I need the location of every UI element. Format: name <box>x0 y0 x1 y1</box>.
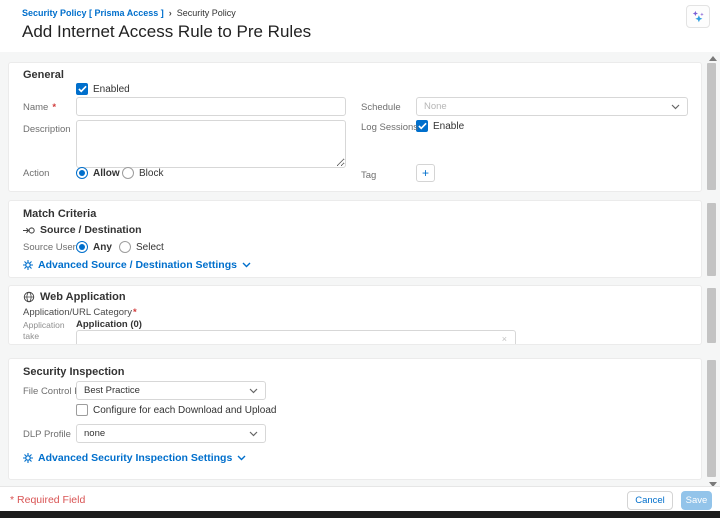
name-label: Name* <box>23 102 56 113</box>
application-url-category-label: Application/URL Category* <box>23 307 137 318</box>
breadcrumb: Security Policy [ Prisma Access ] › Securi… <box>22 8 236 18</box>
ai-assistant-button[interactable] <box>686 5 710 28</box>
bottom-dark-strip <box>0 511 720 518</box>
check-icon <box>418 122 427 130</box>
schedule-label: Schedule <box>361 102 401 113</box>
globe-icon <box>23 291 35 303</box>
page-title: Add Internet Access Rule to Pre Rules <box>22 22 311 42</box>
enabled-checkbox[interactable] <box>76 83 88 95</box>
tag-label: Tag <box>361 170 376 181</box>
source-users-any-radio[interactable] <box>76 241 88 253</box>
dlp-profile-label: DLP Profile <box>23 429 71 440</box>
gear-icon <box>23 453 33 463</box>
scrollbar-thumb[interactable] <box>707 63 716 190</box>
source-users-select-label[interactable]: Select <box>136 242 164 253</box>
description-textarea[interactable] <box>76 120 346 168</box>
enabled-label[interactable]: Enabled <box>93 84 130 95</box>
security-inspection-heading: Security Inspection <box>23 366 124 378</box>
file-control-select[interactable]: Best Practice <box>76 381 266 400</box>
source-users-any-label[interactable]: Any <box>93 242 112 253</box>
clear-icon[interactable]: × <box>502 334 507 344</box>
chevron-down-icon <box>242 262 251 268</box>
save-button[interactable]: Save <box>681 491 712 510</box>
breadcrumb-security-policy-link[interactable]: Security Policy [ Prisma Access ] <box>22 8 164 18</box>
sparkles-icon <box>691 10 705 24</box>
file-control-selected-value: Best Practice <box>84 385 140 396</box>
match-criteria-heading: Match Criteria <box>23 208 96 220</box>
advanced-source-destination-link[interactable]: Advanced Source / Destination Settings <box>23 259 251 271</box>
add-internet-access-rule-page: Security Policy [ Prisma Access ] › Securi… <box>0 0 720 518</box>
general-heading: General <box>23 69 64 81</box>
dlp-profile-select[interactable]: none <box>76 424 266 443</box>
schedule-selected-value: None <box>424 101 447 112</box>
log-enable-label[interactable]: Enable <box>433 121 464 132</box>
name-required-marker: * <box>52 102 56 113</box>
scrollbar-thumb[interactable] <box>707 288 716 343</box>
description-label: Description <box>23 124 71 135</box>
log-sessions-label: Log Sessions <box>361 122 418 133</box>
tag-add-button[interactable]: + <box>416 164 435 182</box>
precedence-note: Application take precedence over URL <box>23 320 79 345</box>
source-users-select-radio[interactable] <box>119 241 131 253</box>
web-application-section: Web Application Application/URL Category… <box>8 285 702 345</box>
scrollbar-thumb[interactable] <box>707 203 716 276</box>
breadcrumb-current: Security Policy <box>177 8 236 18</box>
application-count-label: Application (0) <box>76 319 142 330</box>
footer-required-marker: * <box>10 494 14 506</box>
required-field-note: * Required Field <box>10 494 85 506</box>
name-input[interactable] <box>76 97 346 116</box>
dlp-profile-selected-value: none <box>84 428 105 439</box>
chevron-down-icon <box>249 431 258 437</box>
chevron-down-icon <box>671 104 680 110</box>
source-destination-subheading: Source / Destination <box>23 224 142 236</box>
schedule-select[interactable]: None <box>416 97 688 116</box>
web-application-heading: Web Application <box>23 291 126 303</box>
security-inspection-section: Security Inspection File Control Pr... B… <box>8 358 702 480</box>
chevron-down-icon <box>249 388 258 394</box>
cancel-button[interactable]: Cancel <box>627 491 673 510</box>
advanced-security-inspection-link[interactable]: Advanced Security Inspection Settings <box>23 452 246 464</box>
match-criteria-section: Match Criteria Source / Destination Sour… <box>8 200 702 278</box>
scrollbar-thumb[interactable] <box>707 360 716 477</box>
category-required-marker: * <box>133 307 137 318</box>
chevron-down-icon <box>237 455 246 461</box>
footer-bar: * Required Field Cancel Save <box>0 486 720 511</box>
plus-icon: + <box>422 166 429 180</box>
check-icon <box>78 85 87 93</box>
scrollbar-up-arrow[interactable] <box>709 56 717 61</box>
source-users-label: Source Users <box>23 242 81 253</box>
source-destination-icon <box>23 225 35 236</box>
configure-download-upload-checkbox[interactable] <box>76 404 88 416</box>
action-allow-radio[interactable] <box>76 167 88 179</box>
general-section: General Enabled Name* Schedule None Desc… <box>8 62 702 192</box>
action-block-radio[interactable] <box>122 167 134 179</box>
action-block-label[interactable]: Block <box>139 168 163 179</box>
breadcrumb-separator: › <box>169 8 172 18</box>
configure-download-upload-label[interactable]: Configure for each Download and Upload <box>93 405 276 416</box>
action-label: Action <box>23 168 49 179</box>
application-input[interactable]: × <box>76 330 516 345</box>
gear-icon <box>23 260 33 270</box>
action-allow-label[interactable]: Allow <box>93 168 120 179</box>
